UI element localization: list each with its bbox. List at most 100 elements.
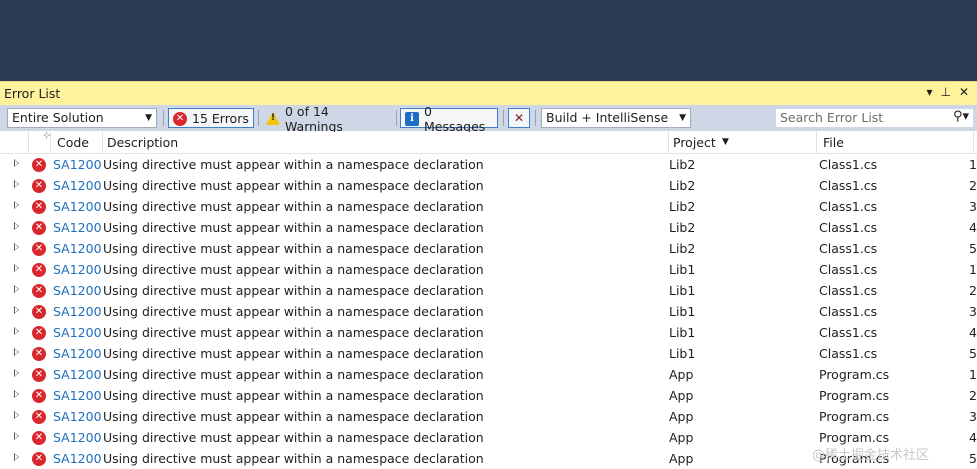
build-filter-dropdown[interactable]: Build + IntelliSense ▼ bbox=[541, 108, 691, 128]
expand-arrow-icon[interactable] bbox=[14, 264, 19, 272]
error-code-link[interactable]: SA1200 bbox=[53, 241, 102, 256]
table-row[interactable]: ✕ SA1200 Using directive must appear withi… bbox=[0, 406, 977, 427]
table-row[interactable]: ✕ SA1200 Using directive must appear withi… bbox=[0, 154, 977, 175]
error-description: Using directive must appear within a nam… bbox=[103, 283, 484, 298]
error-file: Program.cs bbox=[819, 388, 890, 403]
error-code-link[interactable]: SA1200 bbox=[53, 367, 102, 382]
error-code-link[interactable]: SA1200 bbox=[53, 220, 102, 235]
error-line: 2 bbox=[969, 283, 977, 298]
table-row[interactable]: ✕ SA1200 Using directive must appear withi… bbox=[0, 217, 977, 238]
expand-arrow-icon[interactable] bbox=[14, 390, 19, 398]
error-icon: ✕ bbox=[32, 200, 46, 214]
search-input[interactable]: Search Error List ⚲▾ bbox=[775, 108, 974, 128]
error-code-link[interactable]: SA1200 bbox=[53, 262, 102, 277]
expand-arrow-icon[interactable] bbox=[14, 432, 19, 440]
close-icon[interactable]: ✕ bbox=[959, 85, 969, 99]
expand-arrow-icon[interactable] bbox=[14, 453, 19, 461]
error-description: Using directive must appear within a nam… bbox=[103, 157, 484, 172]
error-project: Lib2 bbox=[669, 220, 696, 235]
error-icon: ✕ bbox=[32, 158, 46, 172]
column-header-project[interactable]: Project bbox=[673, 132, 716, 153]
expand-arrow-icon[interactable] bbox=[14, 180, 19, 188]
table-row[interactable]: ✕ SA1200 Using directive must appear withi… bbox=[0, 364, 977, 385]
error-file: Program.cs bbox=[819, 409, 890, 424]
table-row[interactable]: ✕ SA1200 Using directive must appear withi… bbox=[0, 175, 977, 196]
expand-arrow-icon[interactable] bbox=[14, 243, 19, 251]
search-icon[interactable]: ⚲▾ bbox=[953, 109, 969, 124]
sort-descending-icon: ▼ bbox=[722, 137, 729, 147]
error-icon: ✕ bbox=[173, 111, 187, 126]
expand-arrow-icon[interactable] bbox=[14, 222, 19, 230]
error-code-link[interactable]: SA1200 bbox=[53, 430, 102, 445]
expand-arrow-icon[interactable] bbox=[14, 159, 19, 167]
column-header-description[interactable]: Description bbox=[107, 132, 178, 153]
column-header-file[interactable]: File bbox=[823, 132, 844, 153]
warning-icon bbox=[266, 112, 280, 125]
scope-dropdown-value: Entire Solution bbox=[12, 110, 104, 125]
table-row[interactable]: ✕ SA1200 Using directive must appear withi… bbox=[0, 301, 977, 322]
error-line: 4 bbox=[969, 325, 977, 340]
error-code-link[interactable]: SA1200 bbox=[53, 283, 102, 298]
error-file: Class1.cs bbox=[819, 241, 878, 256]
error-code-link[interactable]: SA1200 bbox=[53, 346, 102, 361]
error-line: 2 bbox=[969, 388, 977, 403]
expand-arrow-icon[interactable] bbox=[14, 369, 19, 377]
filter-toggle-button[interactable]: ✕ bbox=[508, 108, 530, 128]
warnings-filter-button[interactable]: 0 of 14 Warnings bbox=[262, 104, 392, 134]
error-project: Lib1 bbox=[669, 325, 696, 340]
error-description: Using directive must appear within a nam… bbox=[103, 325, 484, 340]
scope-dropdown[interactable]: Entire Solution ▼ bbox=[7, 108, 157, 128]
error-project: Lib2 bbox=[669, 178, 696, 193]
error-description: Using directive must appear within a nam… bbox=[103, 451, 484, 466]
error-line: 5 bbox=[969, 451, 977, 466]
messages-count-label: 0 Messages bbox=[424, 103, 486, 134]
error-line: 3 bbox=[969, 304, 977, 319]
table-row[interactable]: ✕ SA1200 Using directive must appear withi… bbox=[0, 280, 977, 301]
error-code-link[interactable]: SA1200 bbox=[53, 451, 102, 466]
errors-filter-button[interactable]: ✕ 15 Errors bbox=[168, 108, 254, 128]
expand-arrow-icon[interactable] bbox=[14, 306, 19, 314]
error-code-link[interactable]: SA1200 bbox=[53, 388, 102, 403]
error-project: Lib2 bbox=[669, 157, 696, 172]
table-row[interactable]: ✕ SA1200 Using directive must appear withi… bbox=[0, 322, 977, 343]
expand-arrow-icon[interactable] bbox=[14, 411, 19, 419]
error-icon: ✕ bbox=[32, 284, 46, 298]
error-description: Using directive must appear within a nam… bbox=[103, 388, 484, 403]
table-row[interactable]: ✕ SA1200 Using directive must appear withi… bbox=[0, 259, 977, 280]
error-description: Using directive must appear within a nam… bbox=[103, 367, 484, 382]
error-line: 5 bbox=[969, 346, 977, 361]
dropdown-icon[interactable]: ▾ bbox=[926, 85, 932, 99]
error-line: 4 bbox=[969, 220, 977, 235]
error-code-link[interactable]: SA1200 bbox=[53, 325, 102, 340]
filter-icon: ✕ bbox=[513, 111, 525, 125]
toolbar-separator bbox=[258, 110, 259, 126]
table-row[interactable]: ✕ SA1200 Using directive must appear withi… bbox=[0, 385, 977, 406]
expand-arrow-icon[interactable] bbox=[14, 327, 19, 335]
table-row[interactable]: ✕ SA1200 Using directive must appear withi… bbox=[0, 238, 977, 259]
column-header-code[interactable]: Code bbox=[57, 132, 89, 153]
error-icon: ✕ bbox=[32, 305, 46, 319]
table-row[interactable]: ✕ SA1200 Using directive must appear withi… bbox=[0, 196, 977, 217]
error-line: 4 bbox=[969, 430, 977, 445]
expand-arrow-icon[interactable] bbox=[14, 201, 19, 209]
toolbar-separator bbox=[535, 110, 536, 126]
warnings-count-label: 0 of 14 Warnings bbox=[285, 103, 343, 134]
expand-arrow-icon[interactable] bbox=[14, 285, 19, 293]
error-file: Class1.cs bbox=[819, 304, 878, 319]
error-line: 5 bbox=[969, 241, 977, 256]
messages-filter-button[interactable]: i 0 Messages bbox=[400, 104, 498, 134]
error-code-link[interactable]: SA1200 bbox=[53, 199, 102, 214]
column-header-row: ⊹ Code Description Project ▼ File bbox=[0, 131, 977, 154]
error-code-link[interactable]: SA1200 bbox=[53, 304, 102, 319]
error-icon: ✕ bbox=[32, 326, 46, 340]
error-description: Using directive must appear within a nam… bbox=[103, 430, 484, 445]
pin-icon[interactable]: ⊥ bbox=[940, 85, 950, 99]
error-file: Class1.cs bbox=[819, 283, 878, 298]
error-code-link[interactable]: SA1200 bbox=[53, 157, 102, 172]
error-icon: ✕ bbox=[32, 368, 46, 382]
error-icon: ✕ bbox=[32, 263, 46, 277]
error-code-link[interactable]: SA1200 bbox=[53, 178, 102, 193]
error-code-link[interactable]: SA1200 bbox=[53, 409, 102, 424]
table-row[interactable]: ✕ SA1200 Using directive must appear withi… bbox=[0, 343, 977, 364]
expand-arrow-icon[interactable] bbox=[14, 348, 19, 356]
